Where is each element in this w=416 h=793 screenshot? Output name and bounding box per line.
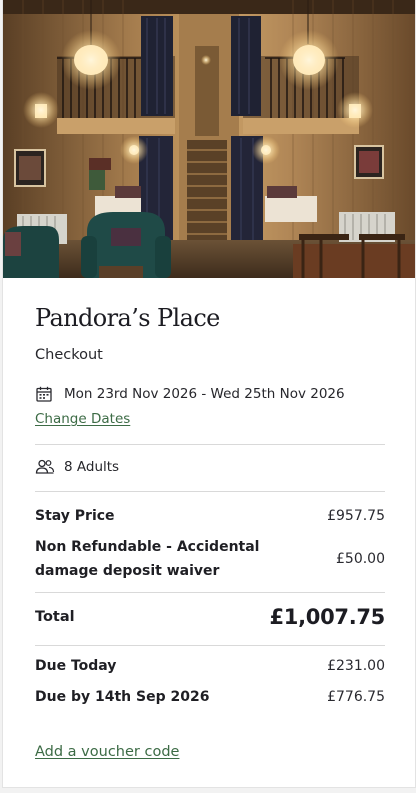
- divider: [35, 491, 385, 492]
- due-later-label: Due by 14th Sep 2026: [35, 689, 210, 705]
- total-value: £1,007.75: [269, 605, 385, 629]
- due-today-row: Due Today £231.00: [35, 654, 385, 678]
- stay-price-label: Stay Price: [35, 508, 115, 524]
- guests-text: 8 Adults: [64, 459, 120, 475]
- waiver-value: £50.00: [336, 551, 385, 567]
- change-dates-link[interactable]: Change Dates: [35, 411, 130, 427]
- guests-icon: [35, 459, 55, 474]
- guest-count: 8 Adults: [35, 458, 119, 476]
- checkout-heading: Checkout: [35, 347, 103, 363]
- divider: [35, 444, 385, 445]
- checkout-card: Pandora’s Place Checkout Mon 23rd Nov 20…: [2, 0, 416, 788]
- waiver-row: Non Refundable - Accidental damage depos…: [35, 535, 385, 583]
- property-title: Pandora’s Place: [35, 304, 220, 332]
- due-later-row: Due by 14th Sep 2026 £776.75: [35, 685, 385, 709]
- stay-price-row: Stay Price £957.75: [35, 504, 385, 528]
- dates-text: Mon 23rd Nov 2026 - Wed 25th Nov 2026: [64, 386, 345, 402]
- due-later-value: £776.75: [327, 689, 385, 705]
- calendar-icon: [36, 386, 52, 402]
- total-label: Total: [35, 609, 75, 625]
- due-today-value: £231.00: [327, 658, 385, 674]
- stay-price-value: £957.75: [327, 508, 385, 524]
- property-photo: [3, 0, 415, 278]
- total-row: Total £1,007.75: [35, 605, 385, 629]
- add-voucher-link[interactable]: Add a voucher code: [35, 744, 179, 760]
- waiver-label: Non Refundable - Accidental damage depos…: [35, 539, 260, 579]
- due-today-label: Due Today: [35, 658, 117, 674]
- divider: [35, 645, 385, 646]
- stay-dates: Mon 23rd Nov 2026 - Wed 25th Nov 2026: [35, 385, 345, 403]
- divider: [35, 592, 385, 593]
